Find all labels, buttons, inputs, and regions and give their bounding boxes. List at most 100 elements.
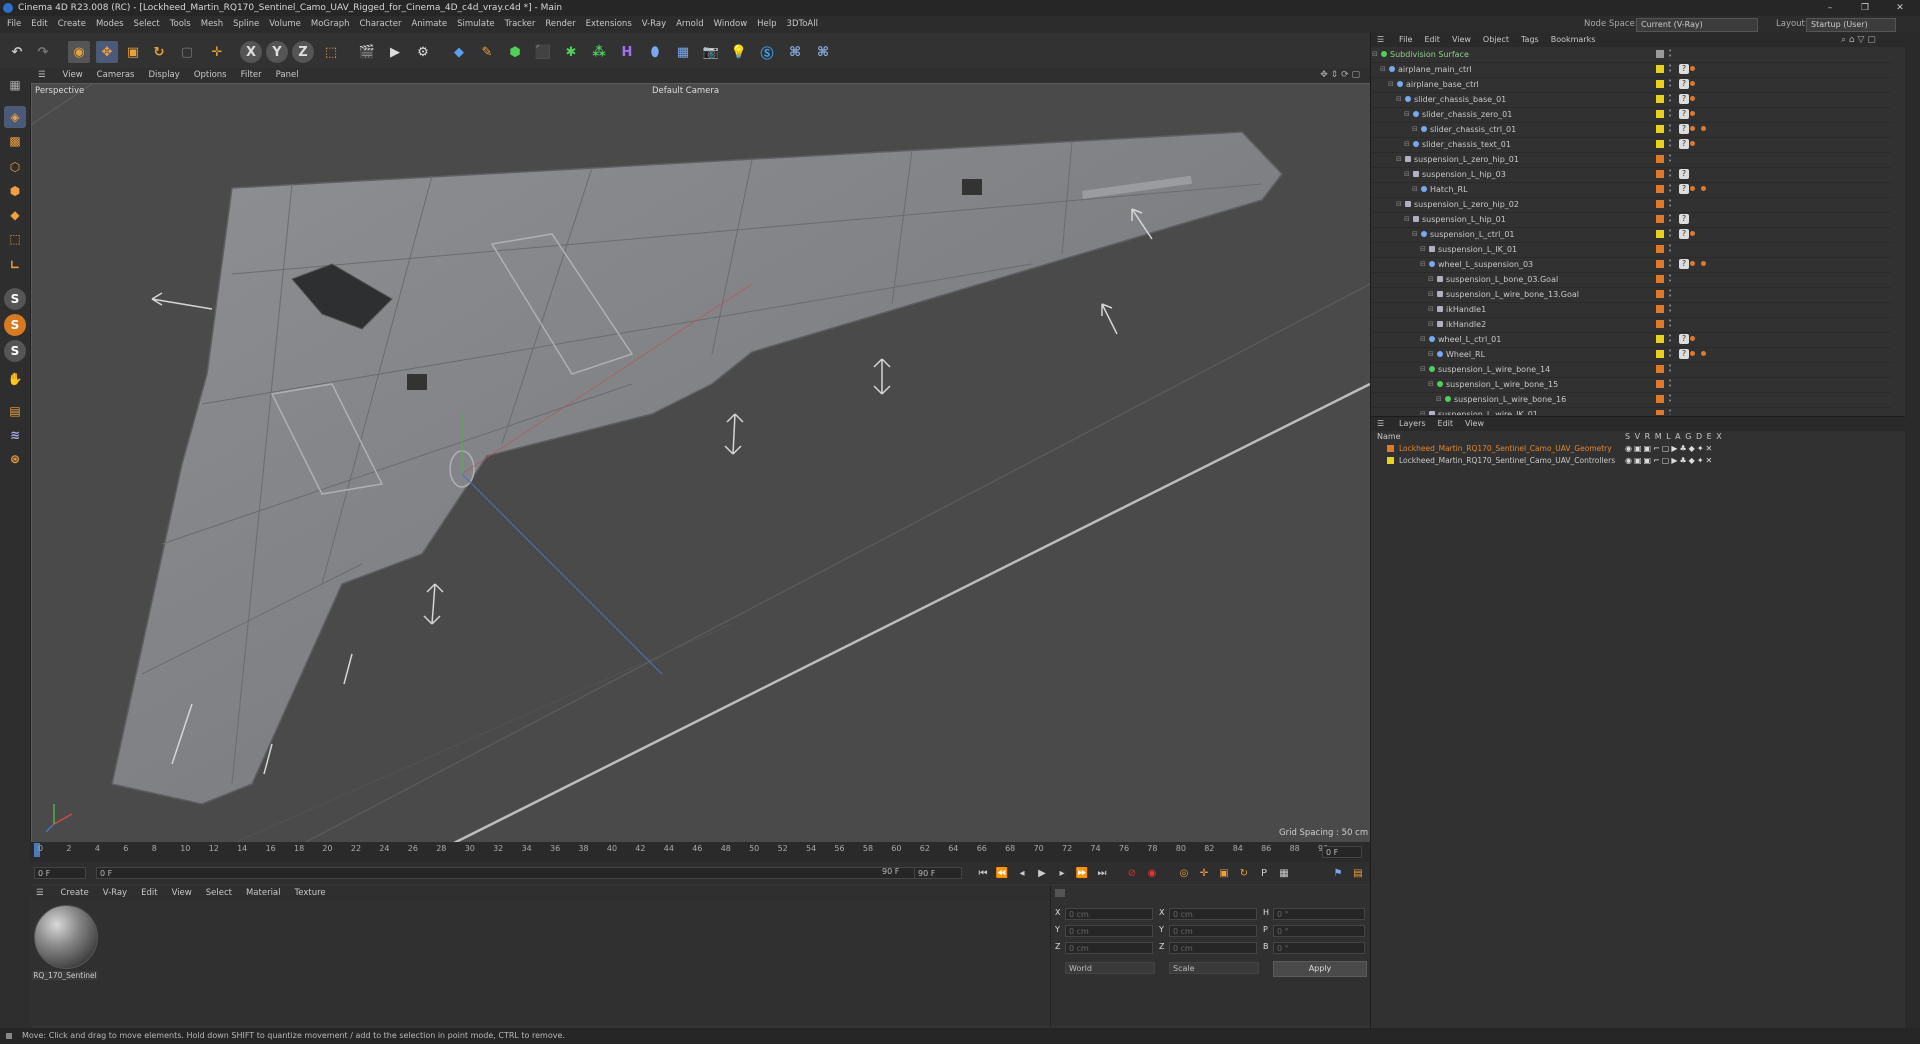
expand-toggle-icon[interactable]: ⊟ — [1428, 287, 1434, 302]
material-menu-v-ray[interactable]: V-Ray — [96, 886, 134, 901]
z-axis-lock-icon[interactable]: Z — [292, 41, 314, 63]
expand-toggle-icon[interactable]: ⊟ — [1428, 317, 1434, 332]
expand-toggle-icon[interactable]: ⊟ — [1428, 272, 1434, 287]
object-tree-row[interactable]: ⊟ slider_chassis_text_01 • •? — [1371, 137, 1891, 153]
expand-toggle-icon[interactable]: ⊟ — [1396, 152, 1402, 167]
object-name[interactable]: suspension_L_zero_hip_02 — [1414, 197, 1519, 212]
node-space-dropdown[interactable]: Current (V-Ray) — [1636, 18, 1758, 32]
move-tool-icon[interactable]: ✥ — [96, 41, 118, 63]
scale-tool-icon[interactable]: ▣ — [122, 41, 144, 63]
expand-toggle-icon[interactable]: ⊟ — [1388, 77, 1394, 92]
tag-icon[interactable]: ? — [1679, 214, 1689, 224]
scale-mode-dropdown[interactable]: Scale — [1169, 962, 1259, 974]
snap-settings-icon[interactable]: S — [4, 314, 26, 336]
expand-toggle-icon[interactable]: ⊟ — [1436, 392, 1442, 407]
visibility-dots-icon[interactable]: • • — [1668, 138, 1672, 150]
tag-icon[interactable] — [1690, 96, 1695, 101]
camera-label[interactable]: Default Camera — [652, 86, 719, 96]
light-icon[interactable]: 💡 — [728, 41, 750, 63]
expand-toggle-icon[interactable]: ⊟ — [1412, 227, 1418, 242]
visibility-dots-icon[interactable]: • • — [1668, 93, 1672, 105]
visibility-dots-icon[interactable]: • • — [1668, 198, 1672, 210]
menu-extensions[interactable]: Extensions — [581, 16, 637, 33]
menu-window[interactable]: Window — [709, 16, 753, 33]
expand-toggle-icon[interactable]: ⊟ — [1396, 92, 1402, 107]
mograph-icon[interactable]: ⁂ — [588, 41, 610, 63]
material-menu-select[interactable]: Select — [199, 886, 239, 901]
expand-toggle-icon[interactable]: ⊟ — [1396, 197, 1402, 212]
visibility-dots-icon[interactable]: • • — [1668, 48, 1672, 60]
object-tree-row[interactable]: ⊟ Hatch_RL • •? — [1371, 182, 1891, 198]
tag-icon[interactable] — [1690, 66, 1695, 71]
tag-icon[interactable] — [1690, 261, 1695, 266]
menu-simulate[interactable]: Simulate — [452, 16, 500, 33]
object-tree-row[interactable]: ⊟ suspension_L_wire_IK_01 • • — [1371, 407, 1891, 415]
object-tree-row[interactable]: ⊟ suspension_L_hip_03 • •? — [1371, 167, 1891, 183]
tag-icon[interactable] — [1701, 261, 1706, 266]
expand-toggle-icon[interactable]: ⊟ — [1420, 242, 1426, 257]
menu-arnold[interactable]: Arnold — [671, 16, 709, 33]
tag-icon[interactable]: ? — [1679, 64, 1689, 74]
right-tab-strip[interactable] — [1905, 33, 1920, 1028]
tag-icon[interactable]: ? — [1679, 139, 1689, 149]
coord-size-field[interactable]: 0 cm — [1169, 942, 1257, 954]
rotate-tool-icon[interactable]: ↻ — [148, 41, 170, 63]
visibility-dots-icon[interactable]: • • — [1668, 363, 1672, 375]
visibility-dots-icon[interactable]: • • — [1668, 273, 1672, 285]
motion-system-icon[interactable]: ⚑ — [1330, 866, 1346, 880]
key-rotation-icon[interactable]: ↻ — [1236, 866, 1252, 880]
visibility-dots-icon[interactable]: • • — [1668, 168, 1672, 180]
visibility-dots-icon[interactable]: • • — [1668, 378, 1672, 390]
object-name[interactable]: suspension_L_wire_bone_13.Goal — [1446, 287, 1579, 302]
object-menu-edit[interactable]: Edit — [1418, 33, 1446, 47]
add-tool-icon[interactable]: ✛ — [206, 41, 228, 63]
python-script-2-icon[interactable]: ⌘ — [812, 41, 834, 63]
menu-volume[interactable]: Volume — [264, 16, 306, 33]
expand-toggle-icon[interactable]: ⊟ — [1372, 47, 1378, 62]
menu-modes[interactable]: Modes — [91, 16, 129, 33]
tag-icon[interactable] — [1690, 126, 1695, 131]
visibility-dots-icon[interactable]: • • — [1668, 303, 1672, 315]
expand-toggle-icon[interactable]: ⊟ — [1404, 137, 1410, 152]
cube-primitive-icon[interactable]: ◆ — [448, 41, 470, 63]
object-name[interactable]: wheel_L_suspension_03 — [1438, 257, 1533, 272]
layer-row[interactable]: Lockheed_Martin_RQ170_Sentinel_Camo_UAV_… — [1371, 443, 1906, 455]
object-tree-row[interactable]: ⊟ suspension_L_zero_hip_02 • • — [1371, 197, 1891, 213]
object-name[interactable]: suspension_L_ctrl_01 — [1430, 227, 1515, 242]
layer-menu-view[interactable]: View — [1459, 417, 1490, 431]
layer-name[interactable]: Lockheed_Martin_RQ170_Sentinel_Camo_UAV_… — [1399, 443, 1612, 455]
python-script-icon[interactable]: ⌘ — [784, 41, 806, 63]
visibility-dots-icon[interactable]: • • — [1668, 333, 1672, 345]
object-name[interactable]: airplane_main_ctrl — [1398, 62, 1472, 77]
viewport-nav-icons[interactable]: ✥ ⇕ ⟳ ▢ — [1320, 68, 1360, 83]
x-axis-lock-icon[interactable]: X — [240, 41, 262, 63]
extrude-generator-icon[interactable]: ⬛ — [532, 41, 554, 63]
object-name[interactable]: Subdivision Surface — [1390, 47, 1469, 62]
tag-icon[interactable]: ? — [1679, 259, 1689, 269]
expand-toggle-icon[interactable]: ⊟ — [1380, 62, 1386, 77]
key-pla-icon[interactable]: ▦ — [1276, 866, 1292, 880]
material-menu-texture[interactable]: Texture — [288, 886, 333, 901]
object-name[interactable]: suspension_L_wire_bone_16 — [1454, 392, 1566, 407]
object-tree-row[interactable]: ⊟ ikHandle1 • • — [1371, 302, 1891, 318]
object-tree-row[interactable]: ⊟ suspension_L_hip_01 • •? — [1371, 212, 1891, 228]
expand-toggle-icon[interactable]: ⊟ — [1420, 332, 1426, 347]
menu-file[interactable]: File — [2, 16, 26, 33]
record-keys-icon[interactable]: ⊘ — [1124, 866, 1140, 880]
object-name[interactable]: airplane_base_ctrl — [1406, 77, 1479, 92]
object-name[interactable]: suspension_L_hip_03 — [1422, 167, 1506, 182]
edges-mode-icon[interactable]: ⬢ — [4, 180, 26, 202]
object-menu-object[interactable]: Object — [1477, 33, 1515, 47]
tag-icon[interactable] — [1690, 111, 1695, 116]
expand-toggle-icon[interactable]: ⊟ — [1412, 182, 1418, 197]
object-name[interactable]: ikHandle1 — [1446, 302, 1486, 317]
menu-create[interactable]: Create — [53, 16, 91, 33]
coord-size-field[interactable]: 0 cm — [1169, 925, 1257, 937]
object-tree-row[interactable]: ⊟ wheel_L_suspension_03 • •? — [1371, 257, 1891, 273]
autokey-icon[interactable]: ◉ — [1144, 866, 1160, 880]
visibility-dots-icon[interactable]: • • — [1668, 348, 1672, 360]
expand-toggle-icon[interactable]: ⊟ — [1404, 212, 1410, 227]
expand-toggle-icon[interactable]: ⊟ — [1412, 122, 1418, 137]
layer-name[interactable]: Lockheed_Martin_RQ170_Sentinel_Camo_UAV_… — [1399, 455, 1615, 467]
visibility-dots-icon[interactable]: • • — [1668, 213, 1672, 225]
